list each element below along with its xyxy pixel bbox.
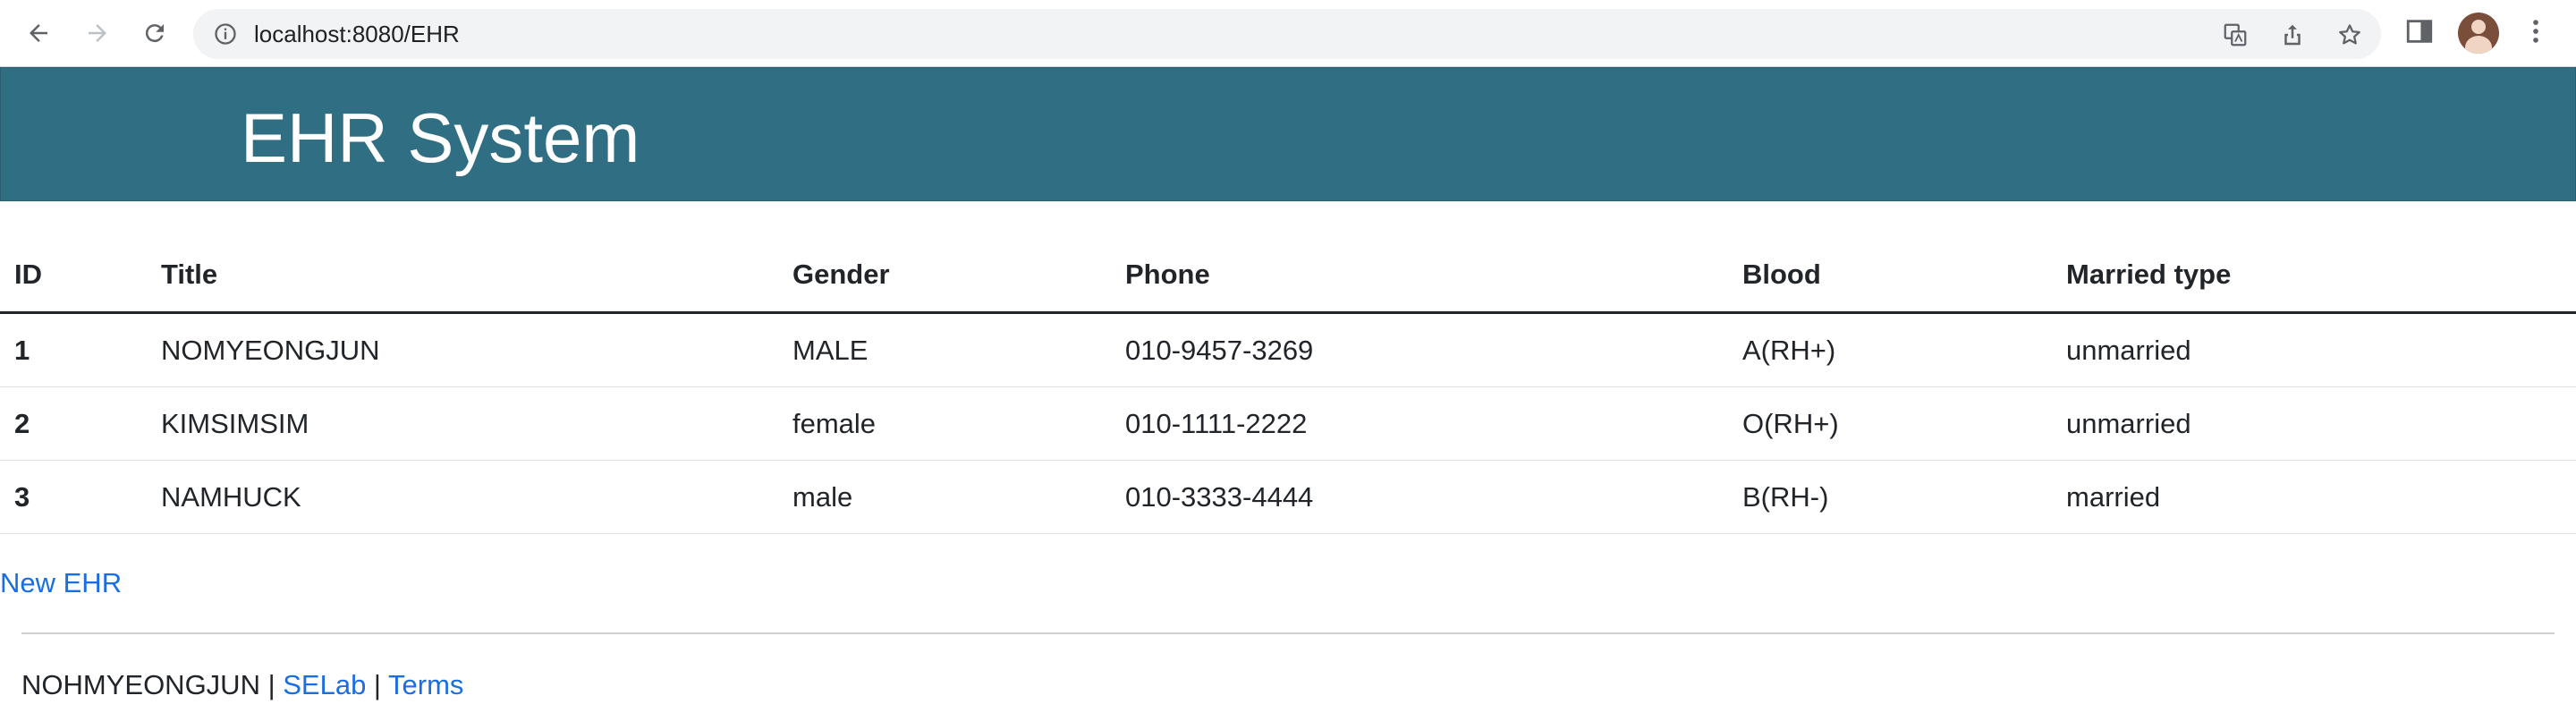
table-row: 1 NOMYEONGJUN MALE 010-9457-3269 A(RH+) … <box>0 312 2576 387</box>
terms-link[interactable]: Terms <box>388 669 463 700</box>
app-title: EHR System <box>241 98 640 177</box>
profile-avatar[interactable] <box>2458 13 2499 54</box>
cell-phone: 010-1111-2222 <box>1111 386 1728 461</box>
cell-id: 3 <box>0 460 147 534</box>
cell-blood: B(RH-) <box>1728 460 2052 534</box>
app-header: EHR System <box>0 67 2576 201</box>
back-button[interactable] <box>21 16 55 50</box>
cell-title: NOMYEONGJUN <box>147 312 778 387</box>
cell-blood: A(RH+) <box>1728 312 2052 387</box>
url-text: localhost:8080/EHR <box>254 21 460 47</box>
cell-married-type: married <box>2052 460 2576 534</box>
site-info-icon[interactable] <box>213 21 238 47</box>
reload-button[interactable] <box>138 16 172 50</box>
footer-divider <box>21 632 2555 634</box>
forward-arrow-icon <box>89 24 106 42</box>
column-header-phone: Phone <box>1111 238 1728 314</box>
forward-button[interactable] <box>80 16 114 50</box>
column-header-id: ID <box>0 238 147 314</box>
footer-separator: | <box>259 669 284 700</box>
cell-married-type: unmarried <box>2052 312 2576 387</box>
footer: NOHMYEONGJUN | SELab | Terms <box>21 669 463 701</box>
table-row: 2 KIMSIMSIM female 010-1111-2222 O(RH+) … <box>0 386 2576 461</box>
cell-gender: male <box>778 460 1111 534</box>
ehr-table: ID Title Gender Phone Blood Married type… <box>0 238 2576 534</box>
table-header-row: ID Title Gender Phone Blood Married type <box>0 238 2576 314</box>
address-bar[interactable]: localhost:8080/EHR <box>193 9 2381 59</box>
reload-icon <box>145 24 164 43</box>
column-header-title: Title <box>147 238 778 314</box>
column-header-married-type: Married type <box>2052 238 2576 314</box>
browser-toolbar: localhost:8080/EHR <box>0 0 2576 67</box>
new-ehr-link[interactable]: New EHR <box>0 567 122 599</box>
translate-icon[interactable] <box>2222 21 2249 48</box>
column-header-blood: Blood <box>1728 238 2052 314</box>
cell-id: 1 <box>0 312 147 387</box>
table-row: 3 NAMHUCK male 010-3333-4444 B(RH-) marr… <box>0 460 2576 534</box>
back-arrow-icon <box>30 24 47 42</box>
cell-blood: O(RH+) <box>1728 386 2052 461</box>
kebab-menu-icon[interactable] <box>2521 16 2551 47</box>
cell-gender: MALE <box>778 312 1111 387</box>
column-header-gender: Gender <box>778 238 1111 314</box>
share-icon[interactable] <box>2279 21 2306 48</box>
cell-title: NAMHUCK <box>147 460 778 534</box>
side-panel-icon[interactable] <box>2404 16 2435 47</box>
cell-married-type: unmarried <box>2052 386 2576 461</box>
cell-id: 2 <box>0 386 147 461</box>
footer-separator: | <box>366 669 389 700</box>
cell-phone: 010-9457-3269 <box>1111 312 1728 387</box>
footer-author: NOHMYEONGJUN <box>21 669 260 700</box>
cell-title: KIMSIMSIM <box>147 386 778 461</box>
selab-link[interactable]: SELab <box>283 669 366 700</box>
cell-gender: female <box>778 386 1111 461</box>
cell-phone: 010-3333-4444 <box>1111 460 1728 534</box>
bookmark-star-icon[interactable] <box>2336 21 2363 48</box>
